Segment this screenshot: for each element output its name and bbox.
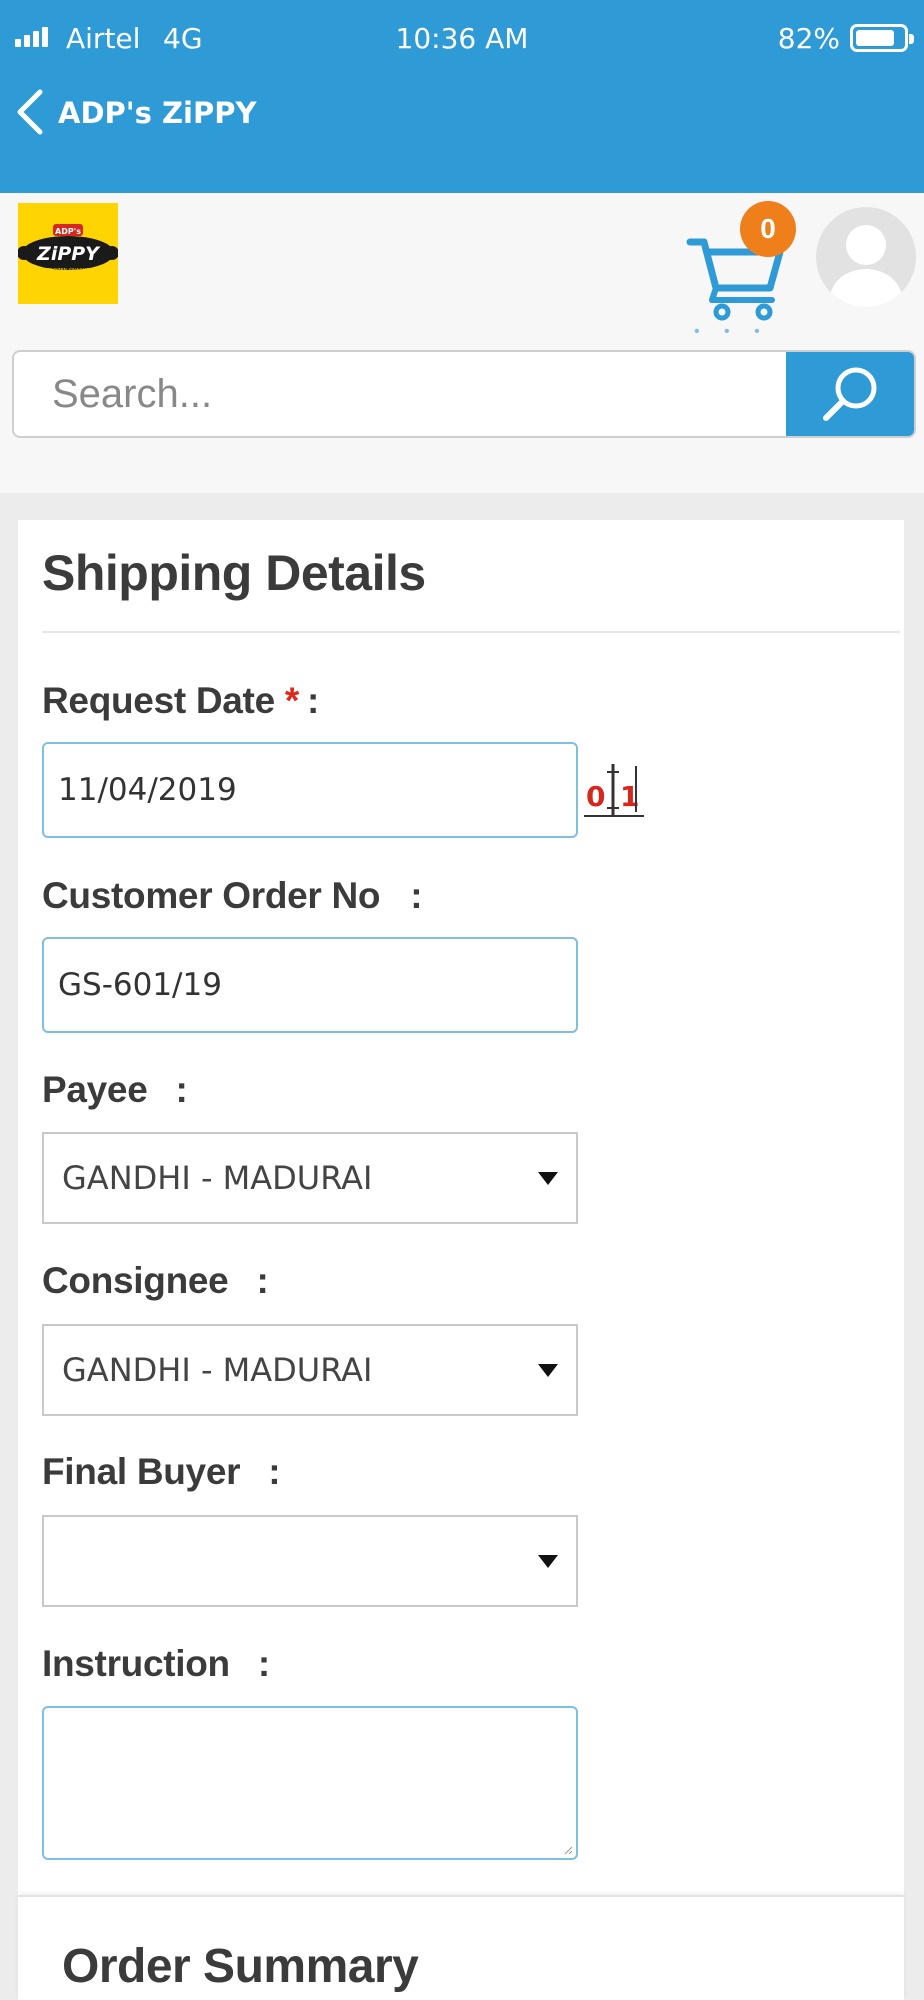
user-avatar-icon[interactable] [816,207,916,307]
instruction-textarea[interactable] [42,1706,578,1860]
svg-text:ZiPPY: ZiPPY [36,243,101,265]
top-bar: Airtel 4G 10:36 AM 82% ADP's ZiPPY [0,0,924,193]
final-buyer-label: Final Buyer: [42,1451,281,1492]
consignee-label: Consignee: [42,1260,269,1301]
search-button[interactable] [786,352,914,436]
required-mark: * [284,680,299,721]
battery-icon [850,24,914,52]
chevron-left-icon [17,89,43,135]
consignee-selected-value: GANDHI - MADURAI [62,1351,373,1389]
final-buyer-select[interactable] [42,1515,578,1607]
section-title: Shipping Details [42,545,426,601]
dropdown-arrow-icon [538,1555,558,1568]
payee-selected-value: GANDHI - MADURAI [62,1159,373,1197]
battery-percent: 82% [777,22,840,55]
customer-order-no-field[interactable]: GS-601/19 [42,937,578,1033]
search-bar [12,350,916,438]
dropdown-arrow-icon [538,1364,558,1377]
search-icon [823,367,877,421]
consignee-select[interactable]: GANDHI - MADURAI [42,1324,578,1416]
dropdown-arrow-icon [538,1172,558,1185]
request-date-field[interactable]: 11/04/2019 [42,742,578,838]
search-input[interactable] [14,352,786,436]
cart-dots: • • • [694,323,770,340]
svg-text:FROZEN SNACKS: FROZEN SNACKS [47,268,89,274]
customer-order-no-label: Customer Order No: [42,875,423,916]
shipping-details-card: Shipping Details Request Date *: 11/04/20… [18,520,904,2000]
back-button[interactable] [12,88,52,136]
svg-text:ADP's: ADP's [55,227,81,236]
cart-count-badge: 0 [740,201,796,257]
zippy-logo[interactable]: ADP's ZiPPY FROZEN SNACKS [17,203,119,304]
payee-select[interactable]: GANDHI - MADURAI [42,1132,578,1224]
svg-text:0: 0 [586,780,605,813]
order-summary-title: Order Summary [62,1940,419,1993]
request-date-label: Request Date *: [42,680,319,721]
payee-label: Payee: [42,1069,188,1110]
order-summary-card: Order Summary [18,1895,904,2000]
instruction-label: Instruction: [42,1643,270,1684]
resize-grip-icon[interactable] [563,1845,573,1855]
app-title: ADP's ZiPPY [58,96,257,130]
app-header: ADP's ZiPPY FROZEN SNACKS 0 • • • [0,193,924,493]
calendar-icon[interactable]: 0 1 [584,760,646,824]
status-bar: Airtel 4G 10:36 AM 82% [0,20,924,60]
divider [42,631,900,633]
